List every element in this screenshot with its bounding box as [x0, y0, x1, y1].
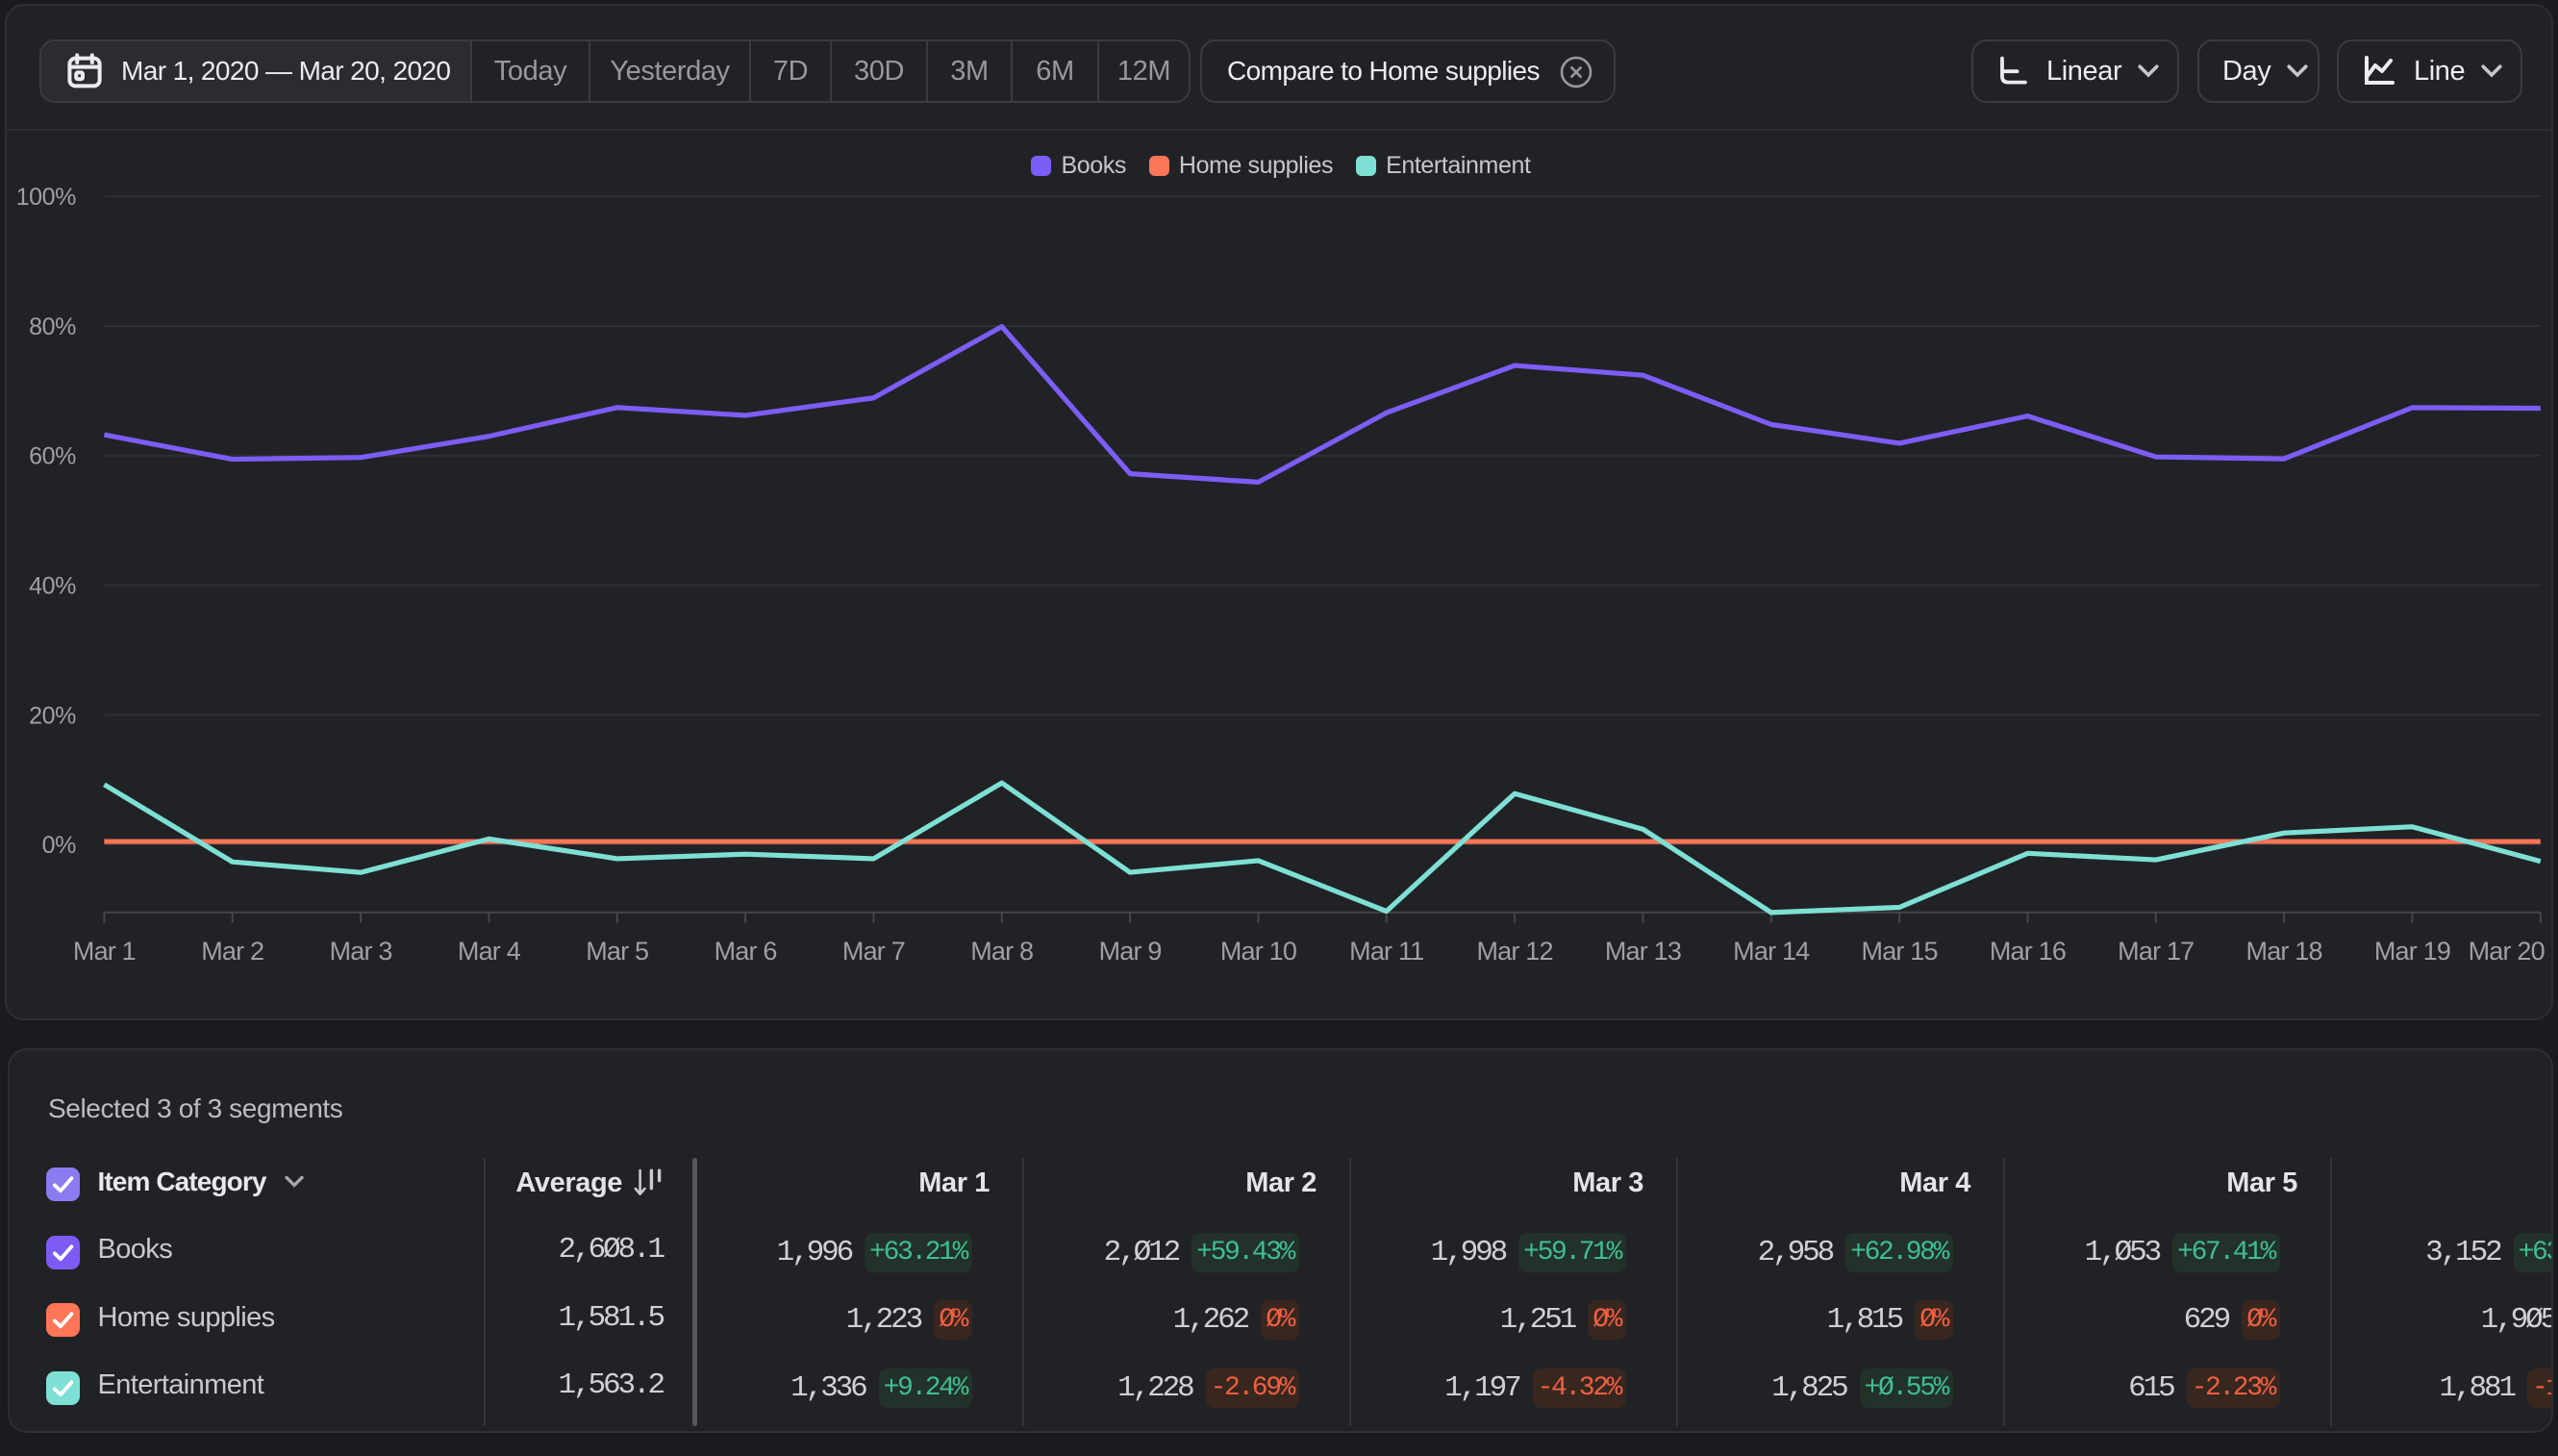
svg-text:Mar 2: Mar 2	[201, 937, 263, 966]
svg-text:Mar 14: Mar 14	[1733, 937, 1810, 966]
svg-text:Mar 6: Mar 6	[715, 937, 777, 966]
svg-text:60%: 60%	[29, 443, 76, 470]
svg-text:Mar 11: Mar 11	[1349, 937, 1423, 966]
svg-text:Mar 19: Mar 19	[2374, 937, 2450, 966]
svg-text:Mar 7: Mar 7	[842, 937, 905, 966]
svg-text:Mar 18: Mar 18	[2246, 937, 2322, 966]
svg-text:0%: 0%	[42, 832, 77, 859]
svg-text:80%: 80%	[29, 314, 76, 340]
svg-text:Mar 15: Mar 15	[1862, 937, 1938, 966]
svg-text:Mar 3: Mar 3	[330, 937, 392, 966]
svg-text:Mar 16: Mar 16	[1990, 937, 2066, 966]
svg-text:100%: 100%	[16, 184, 77, 211]
svg-text:20%: 20%	[29, 702, 76, 729]
svg-text:Mar 10: Mar 10	[1220, 937, 1296, 966]
svg-text:Mar 9: Mar 9	[1099, 937, 1162, 966]
svg-text:Mar 5: Mar 5	[586, 937, 648, 966]
svg-text:Mar 1: Mar 1	[73, 937, 136, 966]
svg-text:Mar 12: Mar 12	[1476, 937, 1552, 966]
svg-text:Mar 17: Mar 17	[2118, 937, 2194, 966]
svg-text:Mar 20: Mar 20	[2469, 937, 2545, 966]
svg-text:Mar 8: Mar 8	[970, 937, 1033, 966]
svg-text:Mar 13: Mar 13	[1605, 937, 1681, 966]
svg-text:40%: 40%	[29, 573, 76, 600]
svg-text:Mar 4: Mar 4	[458, 937, 521, 966]
